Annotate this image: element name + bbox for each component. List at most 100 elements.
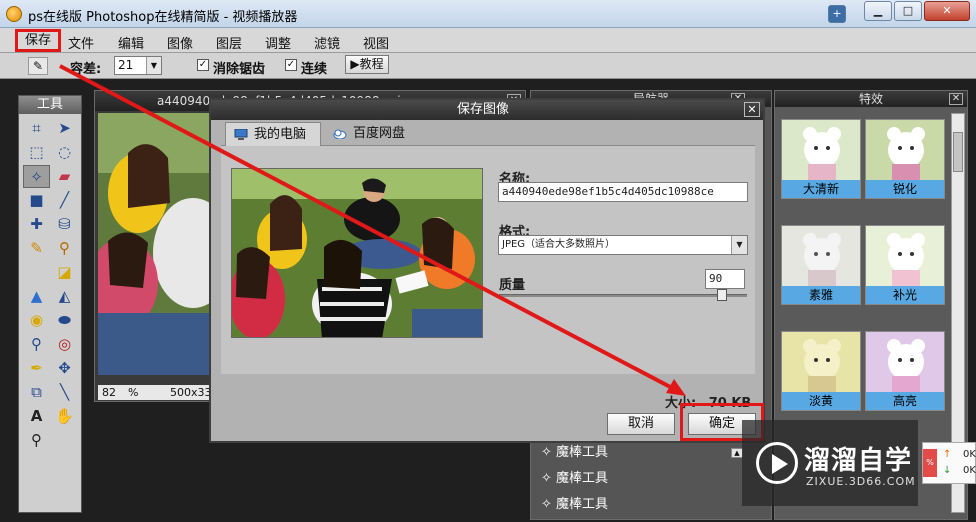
effect-thumbnail[interactable]: 高亮 bbox=[865, 331, 945, 411]
format-select[interactable]: JPEG（适合大多数照片） ▼ bbox=[498, 235, 748, 255]
history-item[interactable]: ✧ 魔棒工具 bbox=[535, 466, 761, 492]
save-dialog: 保存图像 ✕ 我的电脑 百度网盘 名称: a440940ede98ef1b5c4… bbox=[209, 98, 765, 443]
dodge-icon[interactable]: ◭ bbox=[51, 285, 78, 308]
watermark-title: 溜溜自学 bbox=[804, 446, 913, 476]
app-icon bbox=[6, 6, 22, 22]
menu-adjust[interactable]: 调整 bbox=[265, 33, 291, 52]
toolbox: 工具 ⌗ ➤ ⬚ ◌ ✧ ▰ ■ ╱ ✚ ⛁ ✎ ⚲ ◪ ▲ ◭ ◉ ⬬ ⚲ ◎… bbox=[18, 95, 82, 513]
brush-icon[interactable]: ╱ bbox=[51, 189, 78, 212]
watermark-url: ZIXUE.3D66.COM bbox=[806, 475, 916, 488]
pen-icon[interactable]: ✒ bbox=[23, 357, 50, 380]
effect-label: 锐化 bbox=[866, 180, 944, 198]
effect-label: 素雅 bbox=[782, 286, 860, 304]
close-icon[interactable]: ✕ bbox=[744, 102, 760, 117]
dialog-tabs: 我的电脑 百度网盘 bbox=[221, 122, 755, 146]
chevron-down-icon[interactable]: ▼ bbox=[146, 57, 161, 74]
tab-my-computer[interactable]: 我的电脑 bbox=[225, 122, 321, 146]
menu-layer[interactable]: 图层 bbox=[216, 33, 242, 52]
maximize-button[interactable]: □ bbox=[894, 1, 922, 21]
effect-label: 高亮 bbox=[866, 392, 944, 410]
format-value: JPEG（适合大多数照片） bbox=[502, 239, 616, 250]
effect-thumbnail[interactable]: 淡黄 bbox=[781, 331, 861, 411]
download-speed: 0K bbox=[963, 465, 976, 476]
effects-title: 特效 bbox=[775, 91, 967, 107]
sharpen-icon[interactable]: ▲ bbox=[23, 285, 50, 308]
effect-label: 补光 bbox=[866, 286, 944, 304]
tab-label: 我的电脑 bbox=[254, 127, 307, 142]
close-button[interactable]: ✕ bbox=[924, 1, 970, 21]
quality-slider[interactable] bbox=[499, 294, 747, 297]
history-item[interactable]: ✧ 魔棒工具 bbox=[535, 492, 761, 518]
effect-thumbnail[interactable]: 补光 bbox=[865, 225, 945, 305]
shape-icon[interactable] bbox=[23, 261, 50, 284]
crop-icon[interactable]: ⌗ bbox=[23, 117, 50, 140]
effect-thumbnail[interactable]: 锐化 bbox=[865, 119, 945, 199]
contiguous-checkbox[interactable]: ✓ bbox=[285, 59, 297, 71]
close-icon[interactable]: ✕ bbox=[949, 93, 963, 105]
healing-icon[interactable]: ✚ bbox=[23, 213, 50, 236]
cancel-button[interactable]: 取消 bbox=[607, 413, 675, 435]
antialias-label: 消除锯齿 bbox=[213, 62, 266, 77]
effect-thumbnail[interactable]: 素雅 bbox=[781, 225, 861, 305]
watermark: 溜溜自学 ZIXUE.3D66.COM bbox=[742, 420, 918, 506]
marquee-icon[interactable]: ⬚ bbox=[23, 141, 50, 164]
magic-wand-icon[interactable]: ✎ bbox=[28, 57, 48, 75]
quality-label: 质量 bbox=[499, 278, 526, 293]
lasso-icon[interactable]: ◌ bbox=[51, 141, 78, 164]
zoom-icon[interactable]: ⬬ bbox=[51, 309, 78, 332]
move-icon[interactable]: ➤ bbox=[51, 117, 78, 140]
eye-icon[interactable]: ◎ bbox=[51, 333, 78, 356]
transform-icon[interactable]: ✥ bbox=[51, 357, 78, 380]
hand-icon[interactable]: ✋ bbox=[51, 405, 78, 428]
cloud-icon bbox=[333, 129, 347, 139]
zoom-unit: % bbox=[128, 386, 139, 399]
image-preview bbox=[231, 168, 483, 338]
tutorial-button[interactable]: ▶教程 bbox=[345, 55, 389, 74]
computer-icon bbox=[234, 129, 248, 140]
menu-image[interactable]: 图像 bbox=[167, 33, 193, 52]
filename-input[interactable]: a440940ede98ef1b5c4d405dc10988ce bbox=[498, 182, 748, 202]
quality-slider-thumb[interactable] bbox=[717, 289, 728, 301]
rectangle-icon[interactable]: ■ bbox=[23, 189, 50, 212]
effect-label: 淡黄 bbox=[782, 392, 860, 410]
tolerance-select[interactable]: 21 ▼ bbox=[114, 56, 162, 75]
blur-icon[interactable]: ◪ bbox=[51, 261, 78, 284]
antialias-checkbox[interactable]: ✓ bbox=[197, 59, 209, 71]
warp-icon[interactable]: ⧉ bbox=[23, 381, 50, 404]
menu-save[interactable]: 保存 bbox=[15, 29, 61, 52]
magic-wand-icon[interactable]: ✧ bbox=[23, 165, 50, 188]
effect-label: 大清新 bbox=[782, 180, 860, 198]
window-titlebar: ps在线版 Photoshop在线精简版 - 视频播放器 + ▁ □ ✕ bbox=[0, 0, 976, 28]
chevron-down-icon[interactable]: ▼ bbox=[731, 236, 747, 254]
history-item[interactable]: ✧ 魔棒工具 bbox=[535, 440, 761, 466]
tab-baidu-netdisk[interactable]: 百度网盘 bbox=[325, 122, 425, 146]
menu-edit[interactable]: 编辑 bbox=[118, 33, 144, 52]
smudge-icon[interactable]: ⚲ bbox=[23, 333, 50, 356]
tolerance-value: 21 bbox=[118, 58, 134, 72]
tolerance-label: 容差: bbox=[70, 62, 102, 77]
menu-filter[interactable]: 滤镜 bbox=[314, 33, 340, 52]
sponge-icon[interactable]: ◉ bbox=[23, 309, 50, 332]
magnifier-icon[interactable]: ⚲ bbox=[23, 429, 50, 452]
pencil-icon[interactable]: ✎ bbox=[23, 237, 50, 260]
eraser-icon[interactable]: ▰ bbox=[51, 165, 78, 188]
quality-input[interactable]: 90 bbox=[705, 269, 745, 289]
menu-view[interactable]: 视图 bbox=[363, 33, 389, 52]
dialog-title: 保存图像 bbox=[211, 100, 763, 120]
play-logo-icon bbox=[756, 442, 798, 484]
network-speed-widget: % ↑ ↓ 0K 0K bbox=[922, 442, 976, 484]
pin-button[interactable]: + bbox=[828, 5, 846, 23]
dropper-icon[interactable]: ╲ bbox=[51, 381, 78, 404]
bucket-icon[interactable]: ⛁ bbox=[51, 213, 78, 236]
upload-speed: 0K bbox=[963, 449, 976, 460]
effect-thumbnail[interactable]: 大清新 bbox=[781, 119, 861, 199]
minimize-button[interactable]: ▁ bbox=[864, 1, 892, 21]
stamp-icon[interactable]: ⚲ bbox=[51, 237, 78, 260]
window-title: ps在线版 Photoshop在线精简版 - 视频播放器 bbox=[28, 10, 298, 25]
text-icon[interactable]: A bbox=[23, 405, 50, 428]
options-bar: ✎ 容差: 21 ▼ ✓ 消除锯齿 ✓ 连续 ▶教程 bbox=[0, 53, 976, 79]
zoom-value[interactable]: 82 bbox=[102, 385, 116, 400]
menu-file[interactable]: 文件 bbox=[68, 33, 94, 52]
dialog-panel bbox=[221, 146, 755, 374]
scrollbar-thumb[interactable] bbox=[953, 132, 963, 172]
